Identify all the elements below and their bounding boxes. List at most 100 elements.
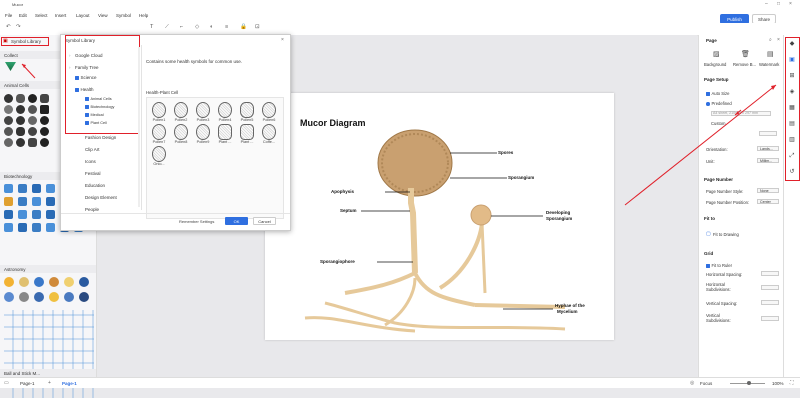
vertical-subdivisions-field[interactable] bbox=[761, 316, 779, 321]
category-icons[interactable]: Icons bbox=[85, 159, 96, 164]
symbol-pollen2[interactable]: Pollen2 bbox=[170, 102, 192, 122]
page-select[interactable]: Page-1 bbox=[20, 381, 35, 386]
maximize-icon[interactable]: □ bbox=[777, 1, 780, 7]
category-design-element[interactable]: Design Element bbox=[85, 195, 117, 200]
lock-icon[interactable]: 🔒 bbox=[240, 24, 247, 30]
category-people[interactable]: People bbox=[85, 207, 99, 212]
planet-symbol[interactable] bbox=[49, 292, 59, 302]
zoom-level[interactable]: 100% bbox=[772, 381, 784, 386]
planet-symbol[interactable] bbox=[4, 292, 14, 302]
cell-symbol[interactable] bbox=[4, 127, 13, 136]
page-number-position-select[interactable]: Center bbox=[757, 199, 779, 204]
planet-symbol[interactable] bbox=[49, 277, 59, 287]
table-icon[interactable]: ▤ bbox=[788, 120, 796, 128]
image-icon[interactable]: ▦ bbox=[788, 104, 796, 112]
biotech-symbol[interactable] bbox=[18, 223, 27, 232]
orientation-select[interactable]: Lands... bbox=[757, 146, 779, 151]
undo-icon[interactable]: ↶ bbox=[6, 24, 11, 30]
symbol-plant-1[interactable]: Plant ... bbox=[214, 124, 236, 144]
focus-button[interactable]: Focus bbox=[700, 381, 712, 386]
menu-file[interactable]: File bbox=[5, 13, 12, 18]
biotech-symbol[interactable] bbox=[32, 210, 41, 219]
symbol-library-button[interactable]: Symbol Library bbox=[11, 39, 41, 44]
menu-symbol[interactable]: Symbol bbox=[116, 13, 131, 18]
biotech-symbol[interactable] bbox=[46, 197, 55, 206]
minimize-icon[interactable]: – bbox=[765, 1, 768, 7]
page-list-icon[interactable]: ▭ bbox=[4, 380, 9, 386]
cell-symbol[interactable] bbox=[16, 105, 25, 114]
category-clip-art[interactable]: Clip Art bbox=[85, 147, 100, 152]
menu-edit[interactable]: Edit bbox=[19, 13, 27, 18]
biotech-symbol[interactable] bbox=[46, 210, 55, 219]
menu-view[interactable]: View bbox=[98, 13, 108, 18]
connector-icon[interactable]: ⌐ bbox=[180, 24, 183, 30]
symbol-pollen1[interactable]: Pollen1 bbox=[148, 102, 170, 122]
cell-symbol[interactable] bbox=[4, 116, 13, 125]
horizontal-spacing-field[interactable] bbox=[761, 271, 779, 276]
label-mycelium[interactable]: Mycelium bbox=[557, 309, 578, 314]
close-icon[interactable]: × bbox=[789, 1, 792, 7]
cell-symbol[interactable] bbox=[28, 94, 37, 103]
cell-symbol[interactable] bbox=[40, 138, 49, 147]
menu-help[interactable]: Help bbox=[139, 13, 148, 18]
planet-symbol[interactable] bbox=[79, 292, 89, 302]
page-settings-icon[interactable]: ▣ bbox=[788, 56, 796, 64]
symbol-pollen3[interactable]: Pollen3 bbox=[192, 102, 214, 122]
menu-insert[interactable]: Insert bbox=[55, 13, 66, 18]
cell-symbol[interactable] bbox=[40, 127, 49, 136]
label-spores[interactable]: Spores bbox=[498, 150, 513, 155]
biotech-symbol[interactable] bbox=[4, 184, 13, 193]
label-sporangiophore[interactable]: Sporangiophore bbox=[320, 259, 355, 264]
align-icon[interactable]: ≡ bbox=[225, 24, 228, 30]
cancel-button[interactable]: Cancel bbox=[253, 217, 276, 225]
fill-icon[interactable]: ◐ bbox=[210, 24, 213, 30]
drawing-page[interactable]: Mucor Diagram Spores Sporangium Apophysi… bbox=[265, 93, 614, 340]
planet-symbol[interactable] bbox=[64, 277, 74, 287]
section-ball-and-stick[interactable]: Ball and Stick M... bbox=[0, 369, 96, 377]
cell-symbol[interactable] bbox=[40, 116, 49, 125]
custom-size-field[interactable] bbox=[759, 131, 777, 136]
shape-icon[interactable]: ◇ bbox=[195, 24, 199, 30]
grid-icon[interactable]: ⊞ bbox=[788, 72, 796, 80]
symbol-onion[interactable]: Onio... bbox=[148, 146, 170, 166]
biotech-symbol[interactable] bbox=[46, 223, 55, 232]
panel-close-icon[interactable]: × bbox=[777, 37, 780, 43]
list-scrollbar[interactable] bbox=[138, 47, 140, 207]
biotech-symbol[interactable] bbox=[32, 184, 41, 193]
biotech-symbol[interactable] bbox=[4, 197, 13, 206]
section-astronomy[interactable]: Astronomy bbox=[0, 265, 96, 273]
cell-symbol[interactable] bbox=[28, 116, 37, 125]
biotech-symbol[interactable] bbox=[18, 184, 27, 193]
search-icon[interactable]: ⌕ bbox=[769, 37, 772, 43]
cell-symbol[interactable] bbox=[16, 94, 25, 103]
cell-symbol[interactable] bbox=[4, 94, 13, 103]
chart-icon[interactable]: ▥ bbox=[788, 136, 796, 144]
symbol-pollen7[interactable]: Pollen7 bbox=[148, 124, 170, 144]
expand-icon[interactable]: ⤢ bbox=[788, 152, 796, 160]
category-education[interactable]: Education bbox=[85, 183, 105, 188]
horizontal-subdivisions-field[interactable] bbox=[761, 285, 779, 290]
cell-symbol[interactable] bbox=[4, 138, 13, 147]
menu-layout[interactable]: Layout bbox=[76, 13, 90, 18]
planet-symbol[interactable] bbox=[64, 292, 74, 302]
category-festival[interactable]: Festival bbox=[85, 171, 101, 176]
planet-symbol[interactable] bbox=[19, 277, 29, 287]
biotech-symbol[interactable] bbox=[32, 197, 41, 206]
cell-symbol[interactable] bbox=[40, 94, 49, 103]
cell-symbol[interactable] bbox=[28, 105, 37, 114]
trash-icon[interactable]: 🗑 bbox=[741, 50, 750, 58]
line-icon[interactable]: ⟋ bbox=[165, 24, 169, 31]
watermark-icon[interactable]: ▤ bbox=[767, 50, 774, 58]
cell-symbol[interactable] bbox=[16, 138, 25, 147]
menu-select[interactable]: Select bbox=[35, 13, 48, 18]
planet-symbol[interactable] bbox=[79, 277, 89, 287]
biotech-symbol[interactable] bbox=[46, 184, 55, 193]
vertical-spacing-field[interactable] bbox=[761, 300, 779, 305]
symbol-plant-2[interactable]: Plant ... bbox=[236, 124, 258, 144]
layers-icon[interactable]: ◈ bbox=[788, 88, 796, 96]
planet-symbol[interactable] bbox=[34, 277, 44, 287]
unit-select[interactable]: Millim... bbox=[757, 158, 779, 163]
zoom-slider-handle[interactable] bbox=[747, 381, 751, 385]
dialog-close-icon[interactable]: × bbox=[281, 37, 284, 43]
biotech-symbol[interactable] bbox=[18, 210, 27, 219]
